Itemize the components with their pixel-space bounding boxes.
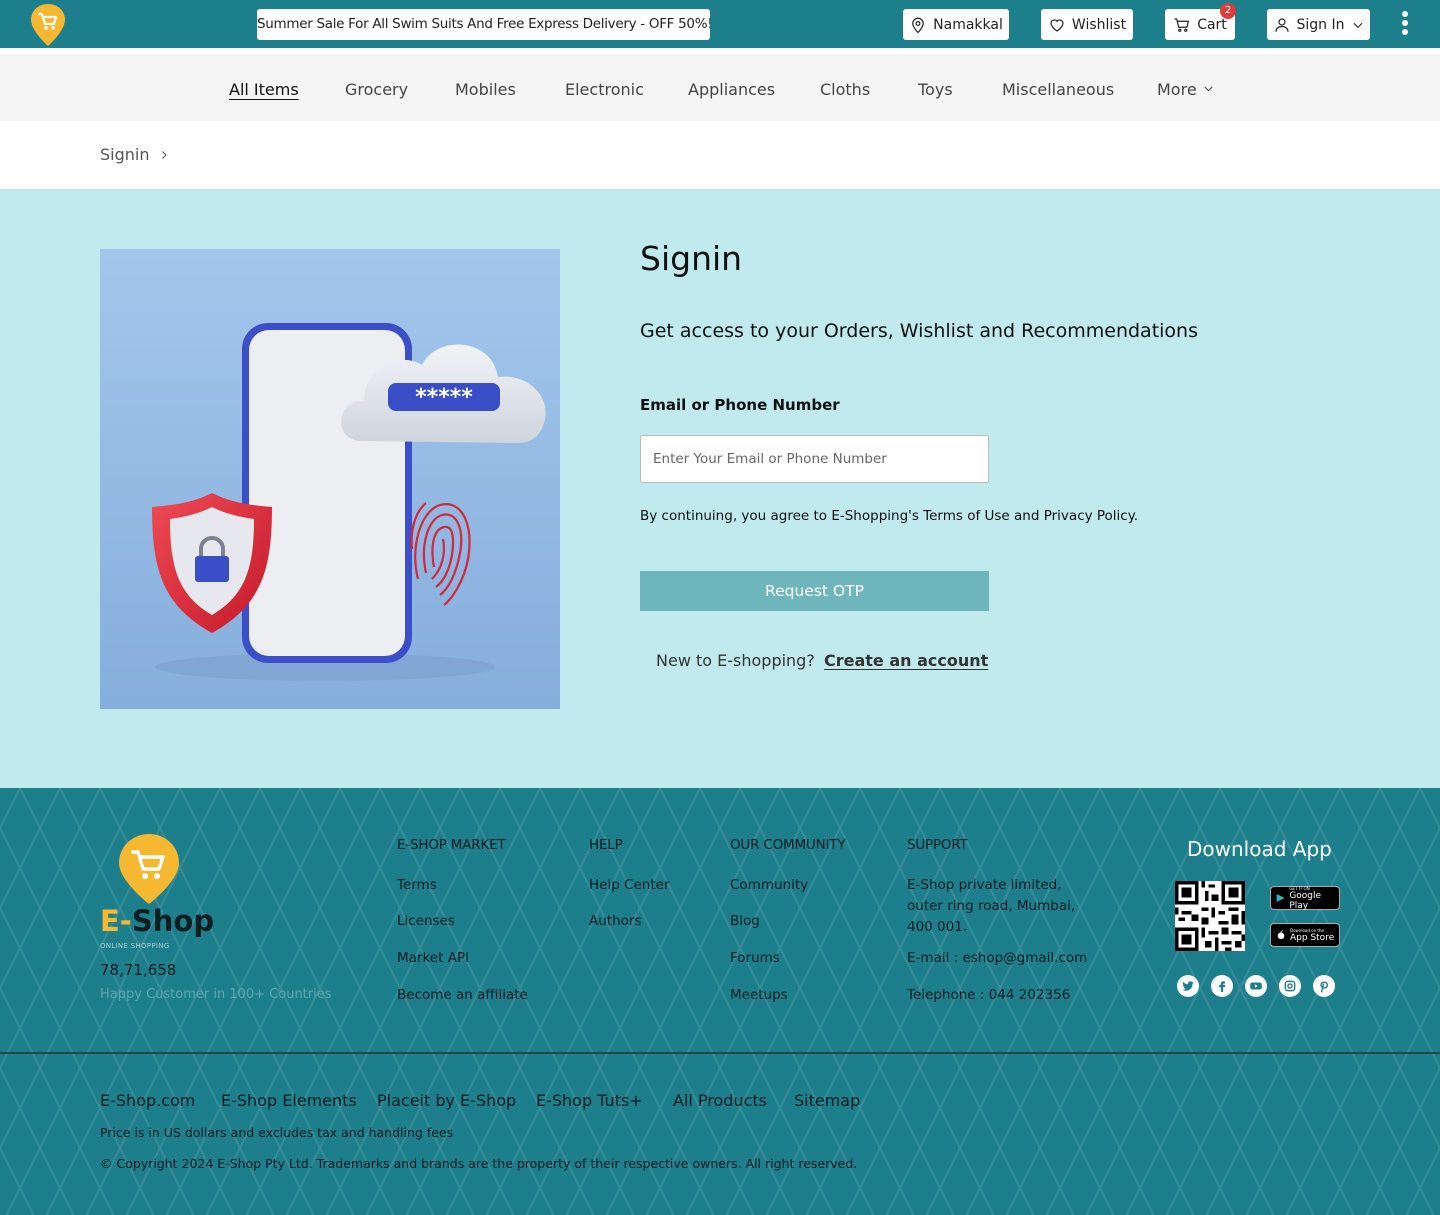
request-otp-button[interactable]: Request OTP xyxy=(640,571,989,611)
bottom-link-elements[interactable]: E-Shop Elements xyxy=(221,1091,357,1110)
nav-item-appliances[interactable]: Appliances xyxy=(688,54,775,121)
support-email[interactable]: E-mail : eshop@gmail.com xyxy=(907,950,1087,966)
happy-customer-text: Happy Customer in 100+ Countries xyxy=(100,987,332,1002)
password-stars: ***** xyxy=(415,385,473,410)
bottom-link-sitemap[interactable]: Sitemap xyxy=(794,1091,860,1110)
copyright-text: © Copyright 2024 E-Shop Pty Ltd. Tradema… xyxy=(100,1156,858,1171)
sign-in-button[interactable]: Sign In xyxy=(1267,9,1370,40)
community-link-meetups[interactable]: Meetups xyxy=(730,987,788,1003)
signin-subtitle: Get access to your Orders, Wishlist and … xyxy=(640,320,1198,342)
bottom-link-placeit[interactable]: Placeit by E-Shop xyxy=(377,1091,516,1110)
qr-code[interactable] xyxy=(1175,881,1245,951)
google-play-badge[interactable]: GET IT ON Google Play xyxy=(1270,886,1340,911)
location-label: Namakkal xyxy=(933,16,1003,33)
nav-item-electronic[interactable]: Electronic xyxy=(565,54,644,121)
signin-section: ***** Signin Get access to your Orders, … xyxy=(0,189,1440,788)
help-link-center[interactable]: Help Center xyxy=(589,877,670,893)
top-bar: Summer Sale For All Swim Suits And Free … xyxy=(0,0,1440,48)
nav-item-toys[interactable]: Toys xyxy=(918,54,953,121)
nav-item-all-items[interactable]: All Items xyxy=(229,54,299,121)
eshop-logo-icon[interactable] xyxy=(118,833,180,905)
create-account-link[interactable]: Create an account xyxy=(824,651,988,670)
location-button[interactable]: Namakkal xyxy=(903,9,1009,40)
twitter-icon[interactable] xyxy=(1177,975,1199,997)
customer-count: 78,71,658 xyxy=(100,961,177,979)
user-icon xyxy=(1274,17,1289,32)
footer-tagline: ONLINE SHOPPING xyxy=(100,942,170,950)
sign-in-label: Sign In xyxy=(1296,16,1345,33)
nav-item-cloths[interactable]: Cloths xyxy=(820,54,870,121)
youtube-icon[interactable] xyxy=(1245,975,1267,997)
app-store-badge[interactable]: Download on the App Store xyxy=(1270,923,1340,947)
signin-title: Signin xyxy=(640,239,743,278)
community-link-forums[interactable]: Forums xyxy=(730,950,780,966)
google-play-icon xyxy=(1276,894,1285,902)
help-link-authors[interactable]: Authors xyxy=(589,913,641,929)
instagram-icon[interactable] xyxy=(1279,975,1301,997)
bottom-link-eshop-com[interactable]: E-Shop.com xyxy=(100,1091,195,1110)
new-user-text: New to E-shopping? xyxy=(656,651,815,670)
market-link-api[interactable]: Market API xyxy=(397,950,469,966)
footer-divider xyxy=(0,1052,1440,1054)
market-link-licenses[interactable]: Licenses xyxy=(397,913,455,929)
market-heading: E-SHOP MARKET xyxy=(397,837,506,853)
support-address-line: E-Shop private limited, xyxy=(907,877,1062,893)
nav-item-grocery[interactable]: Grocery xyxy=(345,54,408,121)
promo-banner[interactable]: Summer Sale For All Swim Suits And Free … xyxy=(257,9,710,40)
category-nav: All Items Grocery Mobiles Electronic App… xyxy=(0,54,1440,121)
bottom-link-tuts[interactable]: E-Shop Tuts+ xyxy=(536,1091,643,1110)
bottom-link-all-products[interactable]: All Products xyxy=(673,1091,767,1110)
brand-prefix: E- xyxy=(100,904,132,938)
email-field[interactable] xyxy=(640,435,989,483)
google-play-big-text: Google Play xyxy=(1289,890,1322,911)
brand-name: Shop xyxy=(131,904,215,938)
breadcrumb: Signin xyxy=(100,145,170,164)
app-store-big-text: App Store xyxy=(1290,932,1335,943)
pinterest-icon[interactable] xyxy=(1313,975,1335,997)
price-note: Price is in US dollars and excludes tax … xyxy=(100,1125,454,1140)
nav-item-more[interactable]: More xyxy=(1157,54,1215,121)
breadcrumb-current[interactable]: Signin xyxy=(100,145,149,164)
location-pin-icon xyxy=(912,17,924,33)
footer-brand: E-Shop xyxy=(100,904,214,938)
facebook-icon[interactable] xyxy=(1211,975,1233,997)
support-address-line: outer ring road, Mumbai, xyxy=(907,898,1076,914)
help-heading: HELP xyxy=(589,837,623,853)
nav-item-miscellaneous[interactable]: Miscellaneous xyxy=(1002,54,1114,121)
cart-icon xyxy=(1174,17,1190,32)
community-heading: OUR COMMUNITY xyxy=(730,837,846,853)
apple-icon xyxy=(1277,930,1285,940)
kebab-menu-icon[interactable] xyxy=(1398,11,1412,39)
wishlist-button[interactable]: Wishlist xyxy=(1041,9,1133,40)
terms-text: By continuing, you agree to E-Shopping's… xyxy=(640,508,1139,524)
security-illustration: ***** xyxy=(100,249,560,709)
heart-icon xyxy=(1050,18,1064,32)
support-telephone[interactable]: Telephone : 044 202356 xyxy=(907,987,1070,1003)
chevron-down-icon xyxy=(1204,86,1213,92)
cart-label: Cart xyxy=(1197,16,1227,33)
cart-count-badge: 2 xyxy=(1220,3,1236,19)
community-link-community[interactable]: Community xyxy=(730,877,808,893)
community-link-blog[interactable]: Blog xyxy=(730,913,760,929)
email-field-label: Email or Phone Number xyxy=(640,396,840,414)
cart-button[interactable]: Cart 2 xyxy=(1165,3,1236,40)
cart-pin-logo-icon[interactable] xyxy=(30,3,66,47)
support-address-line: 400 001. xyxy=(907,919,968,935)
nav-item-mobiles[interactable]: Mobiles xyxy=(455,54,516,121)
market-link-affiliate[interactable]: Become an affiliate xyxy=(397,987,528,1003)
support-heading: SUPPORT xyxy=(907,837,968,853)
chevron-right-icon xyxy=(162,150,168,159)
market-link-terms[interactable]: Terms xyxy=(397,877,437,893)
footer: E-Shop ONLINE SHOPPING 78,71,658 Happy C… xyxy=(0,788,1440,1215)
chevron-down-icon xyxy=(1353,22,1362,28)
wishlist-label: Wishlist xyxy=(1071,16,1127,33)
nav-more-label: More xyxy=(1157,80,1197,99)
download-app-title: Download App xyxy=(1187,837,1332,861)
